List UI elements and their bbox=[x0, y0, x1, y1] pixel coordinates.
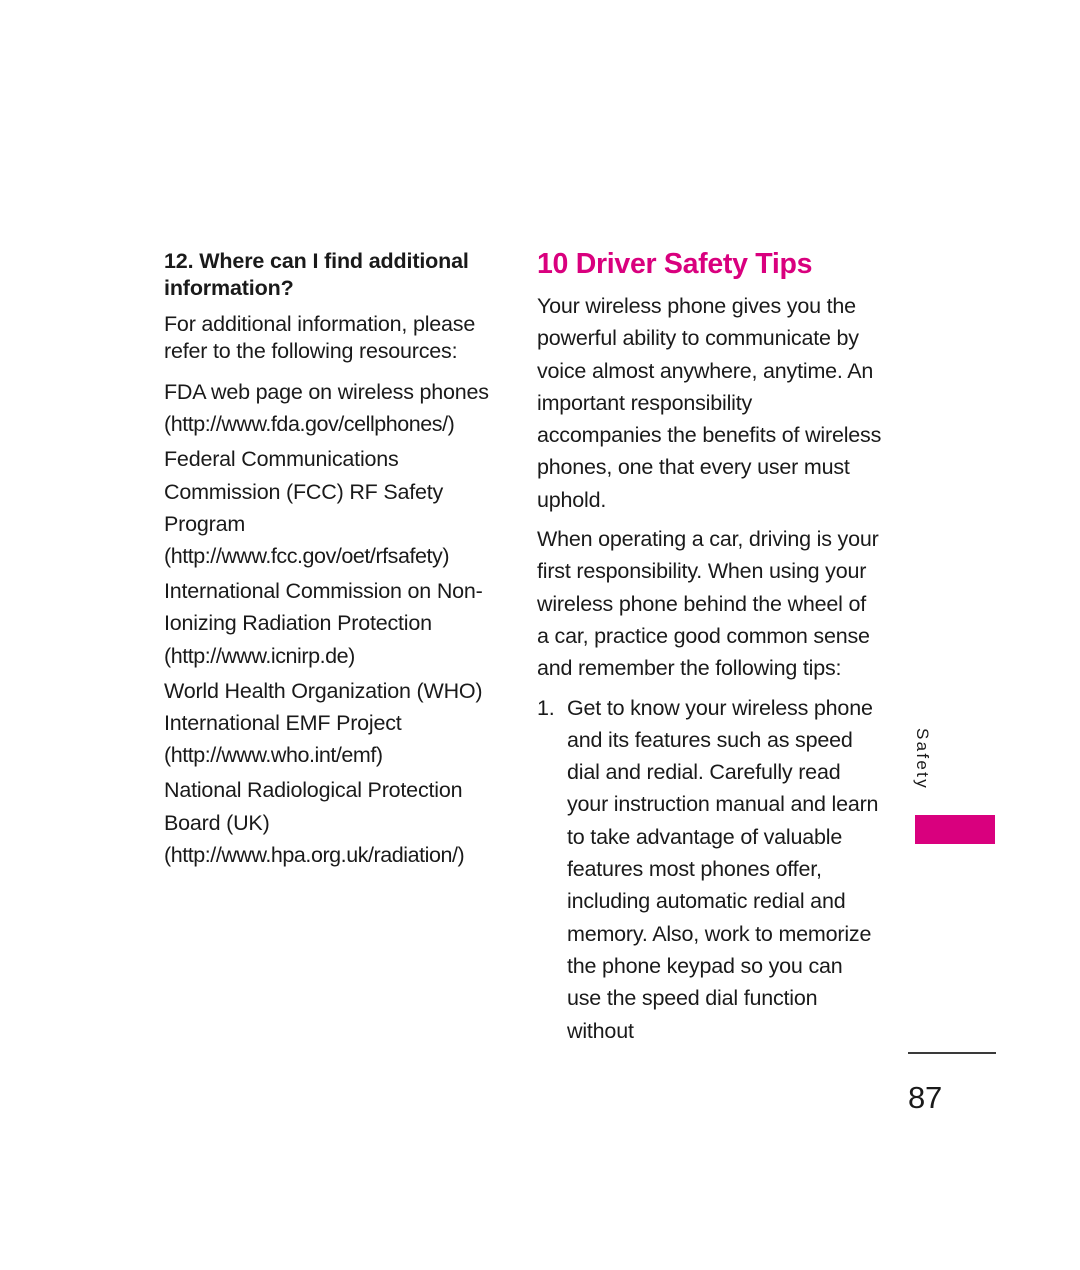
left-column: 12. Where can I find additional informat… bbox=[164, 248, 498, 874]
list-item-text: Get to know your wireless phone and its … bbox=[567, 695, 879, 1043]
body-paragraph: Your wireless phone gives you the powerf… bbox=[537, 294, 882, 512]
driver-safety-tips-list: 1. Get to know your wireless phone and it… bbox=[537, 692, 882, 1047]
resource-url[interactable]: (http://www.who.int/emf) bbox=[164, 739, 498, 771]
faq-intro-paragraph: For additional information, please refer… bbox=[164, 312, 476, 363]
resource-entry: Federal Communications Commission (FCC) … bbox=[164, 443, 498, 572]
resource-entry: World Health Organization (WHO) Internat… bbox=[164, 675, 498, 772]
section-side-tab-label: Safety bbox=[913, 728, 932, 790]
section-side-tab-marker bbox=[915, 815, 995, 844]
manual-page: 12. Where can I find additional informat… bbox=[0, 0, 1080, 1270]
resource-name: International Commission on Non-Ionizing… bbox=[164, 579, 483, 636]
resource-name: National Radiological Protection Board (… bbox=[164, 778, 463, 835]
resource-name: World Health Organization (WHO) Internat… bbox=[164, 678, 483, 736]
faq-question-heading: 12. Where can I find additional informat… bbox=[164, 249, 469, 300]
resource-name: FDA web page on wireless phones bbox=[164, 380, 489, 404]
resource-url[interactable]: (http://www.icnirp.de) bbox=[164, 640, 498, 672]
resource-url[interactable]: (http://www.hpa.org.uk/radiation/) bbox=[164, 839, 498, 871]
resource-name: Federal Communications Commission (FCC) … bbox=[164, 447, 444, 536]
page-number: 87 bbox=[908, 1080, 942, 1115]
page-number-divider bbox=[908, 1052, 996, 1054]
resource-entry: FDA web page on wireless phones (http://… bbox=[164, 376, 498, 440]
section-title: 10 Driver Safety Tips bbox=[537, 248, 813, 280]
list-item: 1. Get to know your wireless phone and it… bbox=[537, 692, 882, 1047]
resource-url[interactable]: (http://www.fda.gov/cellphones/) bbox=[164, 408, 498, 440]
resource-url[interactable]: (http://www.fcc.gov/oet/rfsafety) bbox=[164, 540, 498, 572]
right-column: 10 Driver Safety Tips Your wireless phon… bbox=[537, 248, 882, 1047]
resource-entry: International Commission on Non-Ionizing… bbox=[164, 575, 498, 672]
body-paragraph: When operating a car, driving is your fi… bbox=[537, 527, 879, 681]
resource-entry: National Radiological Protection Board (… bbox=[164, 774, 498, 871]
list-item-marker: 1. bbox=[537, 695, 555, 720]
